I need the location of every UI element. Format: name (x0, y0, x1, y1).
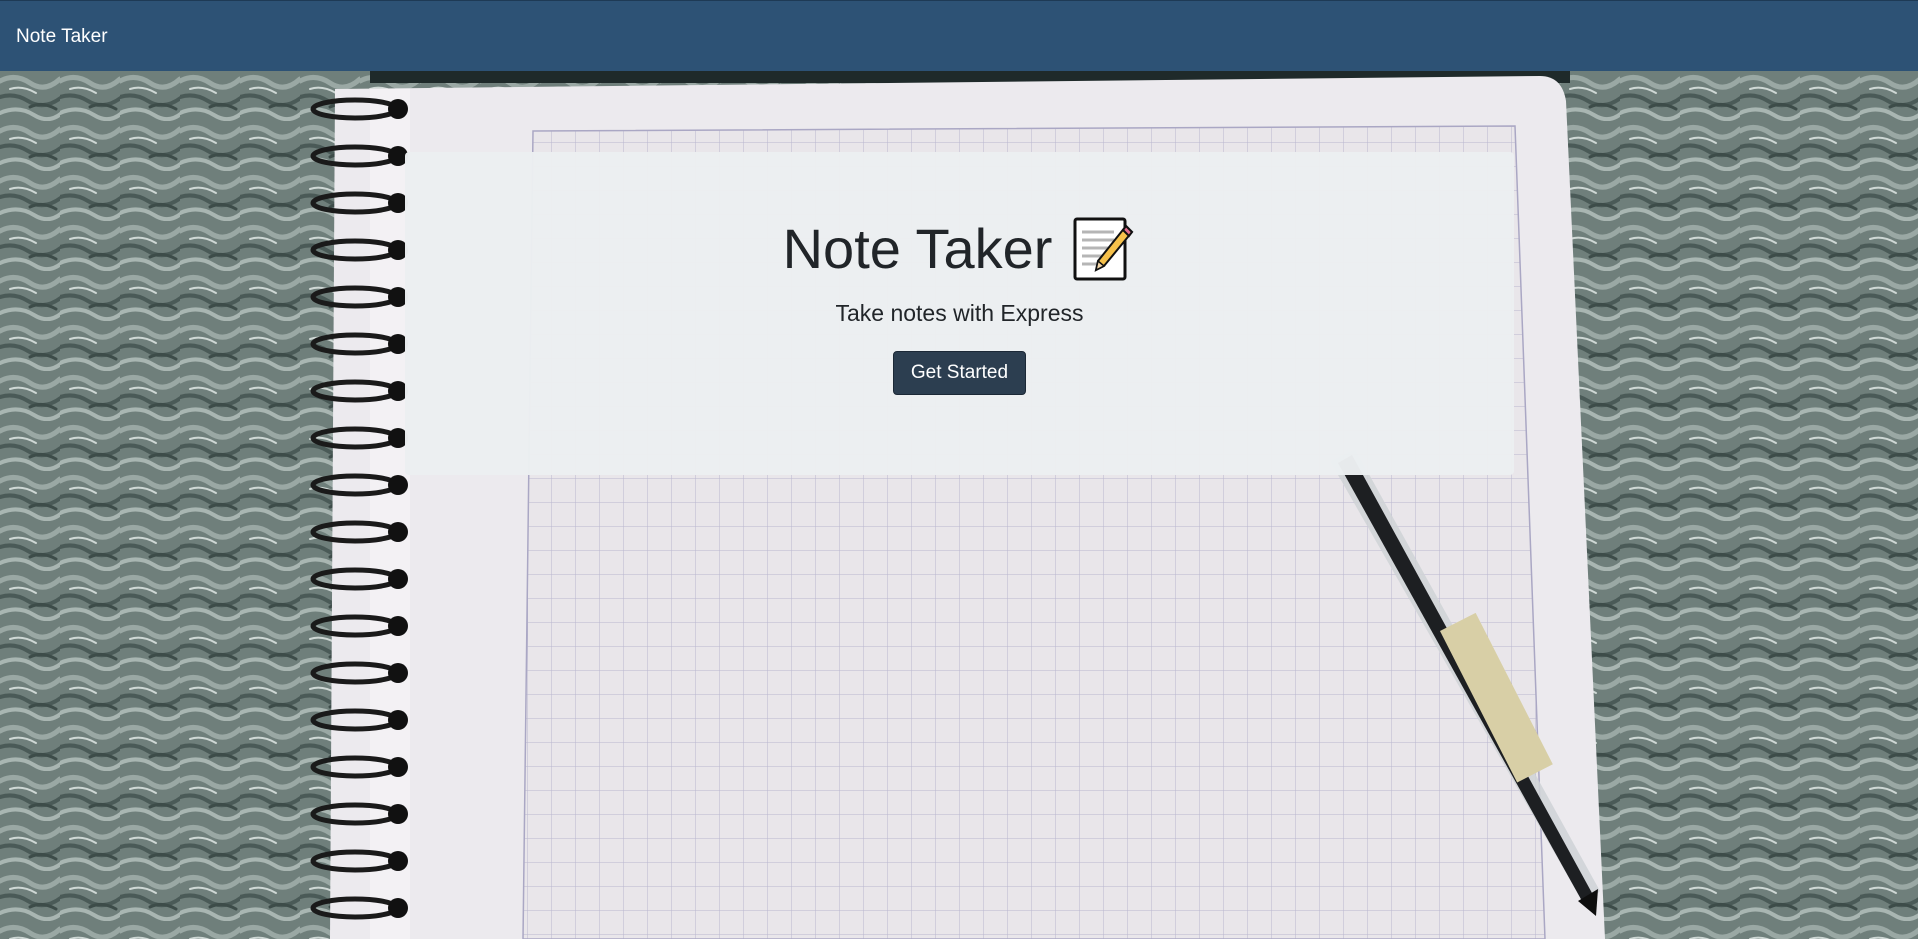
get-started-button[interactable]: Get Started (892, 351, 1027, 395)
hero-subtitle: Take notes with Express (835, 300, 1084, 326)
hero-title-row: Note Taker (783, 216, 1137, 282)
navbar: Note Taker (0, 0, 1918, 71)
hero-jumbotron: Note Taker Take notes with Express Get S… (405, 152, 1514, 475)
memo-icon (1070, 216, 1136, 282)
navbar-brand[interactable]: Note Taker (16, 26, 108, 48)
hero-title: Note Taker (782, 217, 1053, 281)
